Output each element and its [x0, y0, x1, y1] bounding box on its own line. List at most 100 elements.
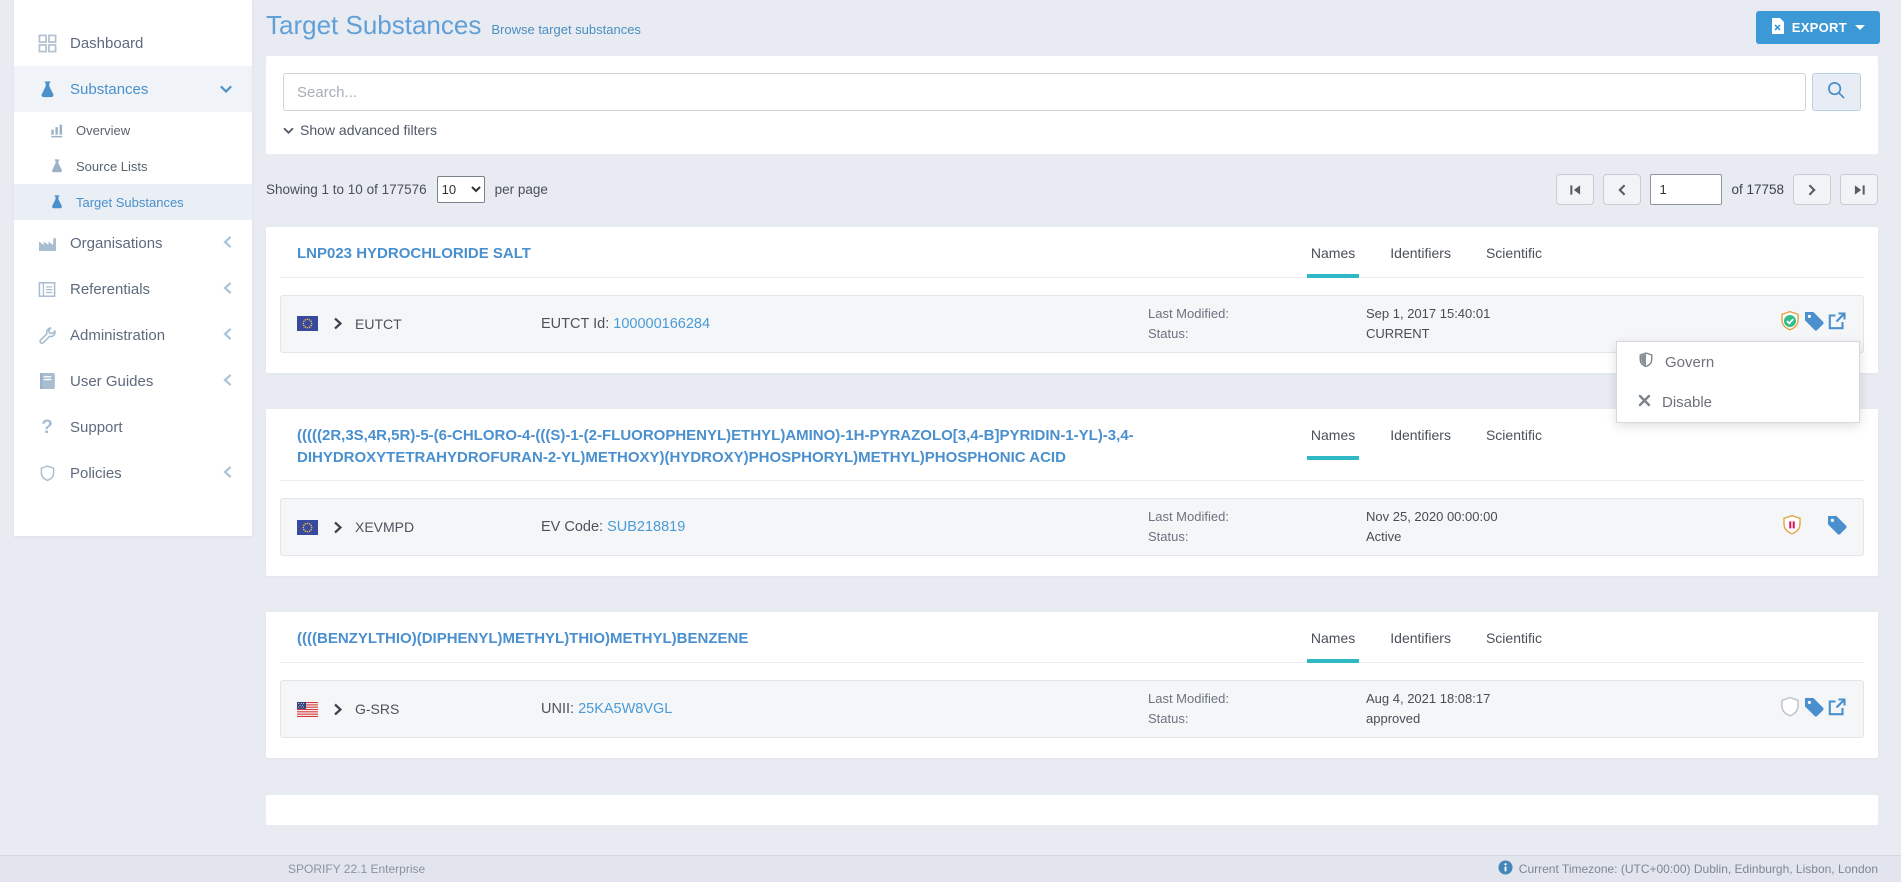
source-name: EUTCT	[355, 316, 541, 332]
tab-scientific[interactable]: Scientific	[1482, 245, 1546, 278]
previous-page-button[interactable]	[1603, 174, 1641, 205]
sidebar-item-referentials[interactable]: Referentials	[14, 266, 252, 312]
substance-name-link[interactable]: (((((2R,3S,4R,5R)-5-(6-CHLORO-4-(((S)-1-…	[297, 425, 1202, 469]
tab-names[interactable]: Names	[1307, 427, 1359, 460]
chevron-down-icon	[283, 122, 294, 138]
row-meta: Last Modified: Status: Sep 1, 2017 15:40…	[1148, 304, 1781, 344]
main-content: Target Substances Browse target substanc…	[252, 0, 1901, 855]
flask-icon	[48, 194, 66, 210]
sidebar-item-substances[interactable]: Substances	[14, 66, 252, 112]
book-icon	[36, 372, 58, 390]
status-label: Status:	[1148, 709, 1366, 729]
sidebar-item-overview[interactable]: Overview	[14, 112, 252, 148]
tab-identifiers[interactable]: Identifiers	[1386, 427, 1455, 460]
source-id-link[interactable]: 100000166284	[613, 316, 710, 332]
info-icon	[1498, 860, 1513, 878]
substance-name-link[interactable]: ((((BENZYLTHIO)(DIPHENYL)METHYL)THIO)MET…	[297, 628, 748, 650]
results-summary: Showing 1 to 10 of 177576	[266, 182, 427, 197]
tag-icon[interactable]	[1804, 311, 1824, 336]
governance-shield-approved-icon[interactable]	[1779, 310, 1801, 337]
tab-scientific[interactable]: Scientific	[1482, 427, 1546, 460]
source-id-label: EUTCT Id:	[541, 316, 609, 332]
sidebar-item-label: Support	[70, 419, 232, 436]
sidebar-item-organisations[interactable]: Organisations	[14, 220, 252, 266]
context-menu-item-govern[interactable]: Govern	[1617, 342, 1859, 382]
status-label: Status:	[1148, 324, 1366, 344]
tab-names[interactable]: Names	[1307, 630, 1359, 663]
next-page-button[interactable]	[1793, 174, 1831, 205]
shield-half-icon	[1638, 351, 1654, 373]
context-menu-item-disable[interactable]: Disable	[1617, 382, 1859, 422]
substance-name-link[interactable]: LNP023 HYDROCHLORIDE SALT	[297, 243, 531, 265]
breadcrumb-subtitle[interactable]: Browse target substances	[491, 22, 641, 37]
source-name: G-SRS	[355, 701, 541, 717]
status-value: approved	[1366, 709, 1781, 729]
export-button[interactable]: EXPORT	[1756, 11, 1880, 44]
page-title: Target Substances	[266, 8, 481, 42]
advanced-filters-label: Show advanced filters	[300, 122, 437, 138]
sidebar-item-policies[interactable]: Policies	[14, 450, 252, 496]
chevron-right-icon[interactable]	[333, 521, 343, 534]
context-menu-label: Govern	[1665, 354, 1714, 371]
sidebar-item-source-lists[interactable]: Source Lists	[14, 148, 252, 184]
sidebar-item-target-substances[interactable]: Target Substances	[14, 184, 252, 220]
eu-flag-icon	[297, 520, 318, 535]
advanced-filters-toggle[interactable]: Show advanced filters	[283, 122, 437, 138]
row-meta: Last Modified: Status: Aug 4, 2021 18:08…	[1148, 689, 1781, 729]
chevron-right-icon[interactable]	[333, 703, 343, 716]
tab-identifiers[interactable]: Identifiers	[1386, 245, 1455, 278]
substance-card: ((((BENZYLTHIO)(DIPHENYL)METHYL)THIO)MET…	[266, 612, 1878, 758]
chevron-left-icon	[223, 281, 232, 298]
pagination-bar: Showing 1 to 10 of 177576 10 per page of…	[266, 174, 1878, 205]
search-panel: Show advanced filters	[266, 56, 1878, 154]
status-label: Status:	[1148, 527, 1366, 547]
source-row: XEVMPD EV Code: SUB218819 Last Modified:…	[280, 498, 1864, 556]
tab-scientific[interactable]: Scientific	[1482, 630, 1546, 663]
source-id-link[interactable]: 25KA5W8VGL	[578, 701, 672, 717]
tag-icon[interactable]	[1804, 697, 1824, 722]
footer: SPORIFY 22.1 Enterprise Current Timezone…	[0, 855, 1901, 882]
source-id-link[interactable]: SUB218819	[607, 519, 685, 535]
governance-shield-paused-icon[interactable]	[1781, 514, 1803, 541]
tab-identifiers[interactable]: Identifiers	[1386, 630, 1455, 663]
sidebar-item-label: Substances	[70, 81, 220, 98]
last-page-button[interactable]	[1840, 174, 1878, 205]
sidebar-item-label: Source Lists	[76, 159, 148, 174]
sidebar-item-user-guides[interactable]: User Guides	[14, 358, 252, 404]
chevron-left-icon	[223, 465, 232, 482]
tab-names[interactable]: Names	[1307, 245, 1359, 278]
page-size-select[interactable]: 10	[437, 176, 485, 203]
sidebar-item-label: Target Substances	[76, 195, 184, 210]
source-row: G-SRS UNII: 25KA5W8VGL Last Modified: St…	[280, 680, 1864, 738]
external-link-icon[interactable]	[1827, 311, 1847, 336]
sidebar-item-label: Organisations	[70, 235, 223, 252]
sidebar-item-dashboard[interactable]: Dashboard	[14, 20, 252, 66]
sidebar-item-administration[interactable]: Administration	[14, 312, 252, 358]
source-id-label: UNII:	[541, 701, 574, 717]
tag-icon[interactable]	[1827, 515, 1847, 540]
dashboard-icon	[36, 34, 58, 53]
page-number-input[interactable]	[1650, 174, 1722, 205]
substance-tabs: Names Identifiers Scientific	[1307, 630, 1546, 663]
sidebar-item-support[interactable]: ? Support	[14, 404, 252, 450]
sidebar-item-label: User Guides	[70, 373, 223, 390]
row-context-menu: Govern Disable	[1616, 341, 1860, 423]
governance-shield-empty-icon[interactable]	[1779, 696, 1801, 723]
search-input[interactable]	[283, 73, 1806, 111]
empty-list-band	[266, 795, 1878, 825]
row-actions	[1781, 696, 1847, 723]
x-icon	[1638, 394, 1651, 411]
total-pages-label: of 17758	[1731, 182, 1784, 197]
search-button[interactable]	[1812, 73, 1861, 111]
external-link-icon[interactable]	[1827, 697, 1847, 722]
first-page-button[interactable]	[1556, 174, 1594, 205]
last-modified-label: Last Modified:	[1148, 304, 1366, 324]
app-version: SPORIFY 22.1 Enterprise	[288, 862, 425, 876]
sidebar-item-label: Overview	[76, 123, 130, 138]
sidebar-item-label: Dashboard	[70, 35, 232, 52]
chevron-right-icon[interactable]	[333, 317, 343, 330]
shield-icon	[36, 464, 58, 483]
source-id: EV Code: SUB218819	[541, 519, 685, 535]
per-page-label: per page	[495, 182, 548, 197]
last-modified-label: Last Modified:	[1148, 689, 1366, 709]
